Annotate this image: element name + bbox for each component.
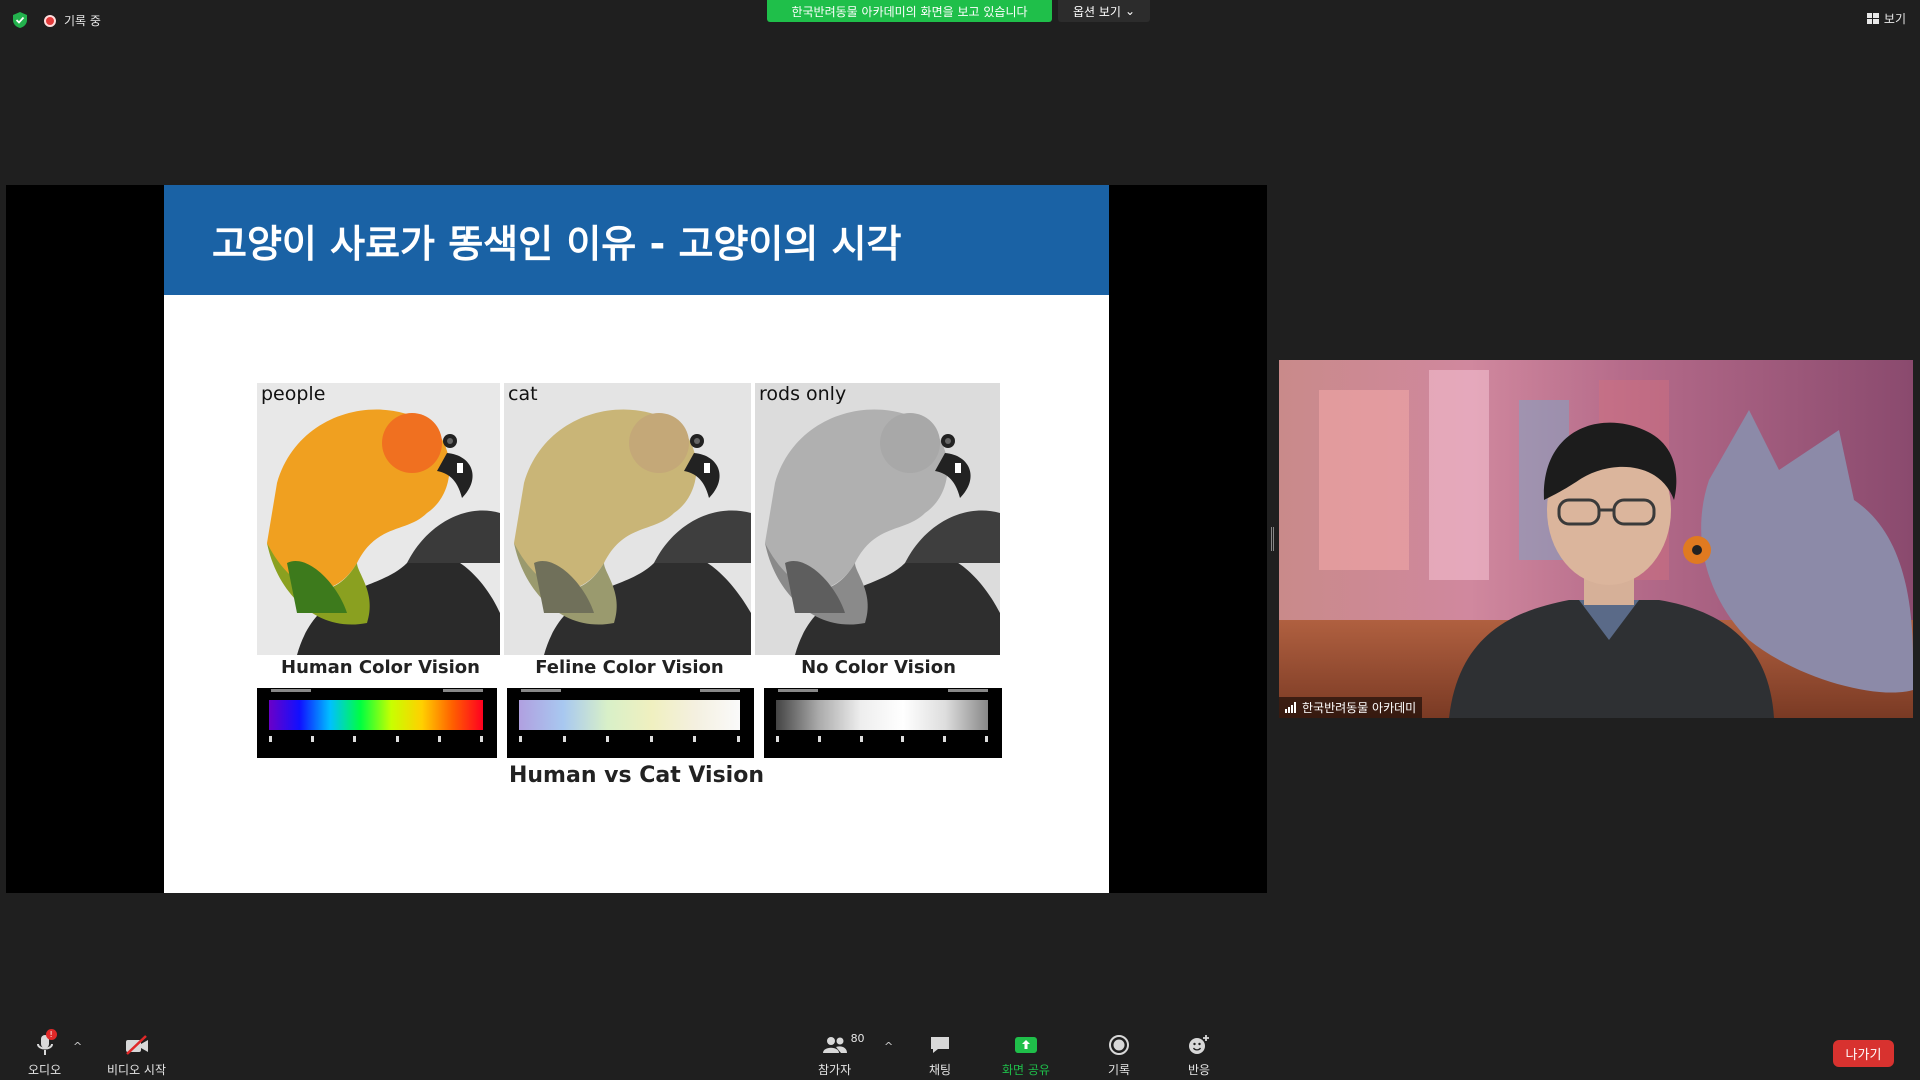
chat-button[interactable]: 채팅 [926, 1032, 954, 1078]
participants-button[interactable]: 80 참가자 [818, 1032, 865, 1078]
panel-cat: cat [504, 383, 751, 655]
audio-warning-badge: ! [45, 1029, 57, 1040]
microphone-icon: ! [31, 1029, 59, 1058]
recording-indicator[interactable]: 기록 중 [44, 12, 101, 29]
reactions-label: 반응 [1187, 1063, 1211, 1077]
caption-no-color-vision: No Color Vision [801, 657, 956, 678]
panel-people: people [257, 383, 500, 655]
record-button[interactable]: 기록 [1105, 1032, 1133, 1078]
view-options-button[interactable]: 옵션 보기 ⌄ [1058, 0, 1150, 22]
participant-video-tile[interactable]: 한국반려동물 아카데미 [1279, 360, 1913, 718]
caption-human-color-vision: Human Color Vision [281, 657, 480, 678]
zoom-meeting-window: 기록 중 한국반려동물 아카데미의 화면을 보고 있습니다 옵션 보기 ⌄ 보기… [0, 0, 1920, 1080]
share-screen-icon [1012, 1032, 1040, 1058]
recording-dot-icon [44, 14, 56, 27]
connection-signal-icon [1285, 702, 1296, 713]
panel-label-people: people [261, 383, 326, 405]
panel-label-cat: cat [508, 383, 538, 405]
parrot-color-image [257, 383, 500, 655]
video-off-icon [123, 1032, 151, 1058]
leave-meeting-button[interactable]: 나가기 [1833, 1040, 1894, 1067]
record-label: 기록 [1107, 1063, 1131, 1077]
chat-label: 채팅 [928, 1063, 952, 1077]
view-label: 보기 [1883, 12, 1906, 26]
record-icon [1105, 1032, 1133, 1058]
panel-rods-only: rods only [755, 383, 1000, 655]
spectrum-cat [507, 688, 754, 758]
reactions-button[interactable]: 반응 [1185, 1032, 1213, 1078]
parrot-cat-vision-image [504, 383, 751, 655]
slide-title: 고양이 사료가 똥색인 이유 - 고양이의 시각 [212, 221, 902, 266]
recording-label: 기록 중 [64, 14, 101, 28]
caption-feline-color-vision: Feline Color Vision [535, 657, 724, 678]
participants-options-caret-icon[interactable]: ^ [884, 1040, 893, 1053]
chat-icon [926, 1032, 954, 1058]
spectrum-human [257, 688, 497, 758]
chevron-down-icon: ⌄ [1124, 4, 1136, 18]
slide-header: 고양이 사료가 똥색인 이유 - 고양이의 시각 [164, 185, 1109, 295]
slide-footer-caption: Human vs Cat Vision [508, 763, 765, 788]
screen-share-banner-text: 한국반려동물 아카데미의 화면을 보고 있습니다 [791, 4, 1028, 19]
participant-name-tag: 한국반려동물 아카데미 [1279, 697, 1423, 718]
spectrum-rods-only [764, 688, 1002, 758]
meeting-toolbar: ! 오디오 ^ 비디오 시작 80 참가자 ^ 채팅 화면 공유 기록 반응 [0, 1020, 1920, 1080]
smiley-plus-icon [1185, 1032, 1213, 1058]
participant-name: 한국반려동물 아카데미 [1302, 701, 1417, 715]
leave-meeting-label: 나가기 [1845, 1048, 1882, 1063]
share-screen-label: 화면 공유 [1002, 1063, 1050, 1077]
share-screen-button[interactable]: 화면 공유 [1002, 1032, 1050, 1078]
parrot-grayscale-image [755, 383, 1000, 655]
participants-label: 참가자 [818, 1063, 852, 1077]
view-button[interactable]: 보기 [1866, 10, 1906, 27]
start-video-button[interactable]: 비디오 시작 [107, 1032, 166, 1078]
audio-options-caret-icon[interactable]: ^ [73, 1040, 82, 1053]
audio-label: 오디오 [28, 1063, 62, 1077]
vision-comparison-panels: people cat rods only [257, 383, 1002, 655]
view-options-label: 옵션 보기 [1072, 4, 1121, 19]
vision-captions: Human Color Vision Feline Color Vision N… [257, 657, 1002, 678]
security-shield-icon[interactable] [12, 11, 28, 29]
participants-icon: 80 [821, 1032, 865, 1058]
panel-resize-handle[interactable] [1271, 527, 1274, 551]
audio-button[interactable]: ! 오디오 [28, 1029, 62, 1078]
participant-video-feed [1279, 360, 1913, 718]
shared-screen-area: 고양이 사료가 똥색인 이유 - 고양이의 시각 people cat rods… [6, 185, 1267, 893]
color-spectra [257, 688, 1002, 758]
panel-label-rods-only: rods only [759, 383, 847, 405]
gallery-grid-icon [1866, 13, 1879, 24]
participants-count: 80 [850, 1032, 865, 1045]
start-video-label: 비디오 시작 [107, 1063, 167, 1077]
presentation-slide: 고양이 사료가 똥색인 이유 - 고양이의 시각 people cat rods… [164, 185, 1109, 893]
screen-share-banner: 한국반려동물 아카데미의 화면을 보고 있습니다 [767, 0, 1052, 22]
